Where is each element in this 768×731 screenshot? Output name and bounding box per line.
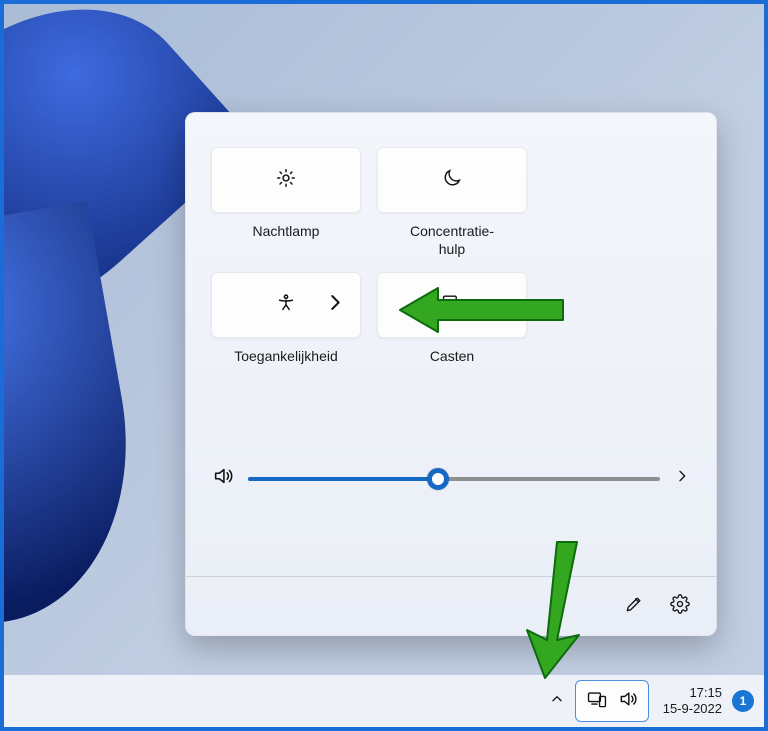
notification-badge[interactable]: 1 xyxy=(732,690,754,712)
notification-count: 1 xyxy=(740,694,747,708)
quick-settings-flyout: Nachtlamp Concentratie- hulp xyxy=(185,112,717,636)
quick-settings-tiles: Nachtlamp Concentratie- hulp xyxy=(212,147,690,382)
moon-icon xyxy=(441,167,463,194)
tile-focus-assist-wrap: Concentratie- hulp xyxy=(378,147,526,258)
accessibility-icon xyxy=(275,292,297,319)
tray-overflow-button[interactable] xyxy=(541,682,573,720)
speaker-icon xyxy=(618,689,638,714)
quick-settings-footer xyxy=(186,576,716,635)
gear-icon xyxy=(670,594,690,619)
clock-time: 17:15 xyxy=(663,685,722,701)
tile-night-light-wrap: Nachtlamp xyxy=(212,147,360,258)
annotation-arrow xyxy=(497,540,587,680)
chevron-right-icon xyxy=(324,292,346,319)
clock-date: 15-9-2022 xyxy=(663,701,722,717)
settings-button[interactable] xyxy=(660,586,700,626)
pencil-icon xyxy=(624,594,644,619)
taskbar: 17:15 15-9-2022 1 xyxy=(4,675,764,727)
volume-thumb[interactable] xyxy=(427,468,449,490)
taskbar-clock[interactable]: 17:15 15-9-2022 xyxy=(663,685,722,716)
speaker-icon[interactable] xyxy=(212,465,234,492)
tile-label: Concentratie- hulp xyxy=(410,223,494,258)
tile-accessibility[interactable] xyxy=(211,272,361,338)
sun-icon xyxy=(275,167,297,194)
volume-row xyxy=(212,465,690,492)
tile-label: Casten xyxy=(430,348,474,382)
system-tray-quick-settings[interactable] xyxy=(575,680,649,722)
annotation-arrow xyxy=(398,280,568,340)
tile-label: Nachtlamp xyxy=(253,223,320,257)
edit-button[interactable] xyxy=(614,586,654,626)
volume-slider[interactable] xyxy=(248,477,660,481)
network-icon xyxy=(586,688,608,715)
tile-label: Toegankelijkheid xyxy=(234,348,338,382)
chevron-right-icon[interactable] xyxy=(674,468,690,489)
tile-night-light[interactable] xyxy=(211,147,361,213)
chevron-up-icon xyxy=(550,692,564,711)
tile-focus-assist[interactable] xyxy=(377,147,527,213)
volume-fill xyxy=(248,477,438,481)
tile-accessibility-wrap: Toegankelijkheid xyxy=(212,272,360,382)
